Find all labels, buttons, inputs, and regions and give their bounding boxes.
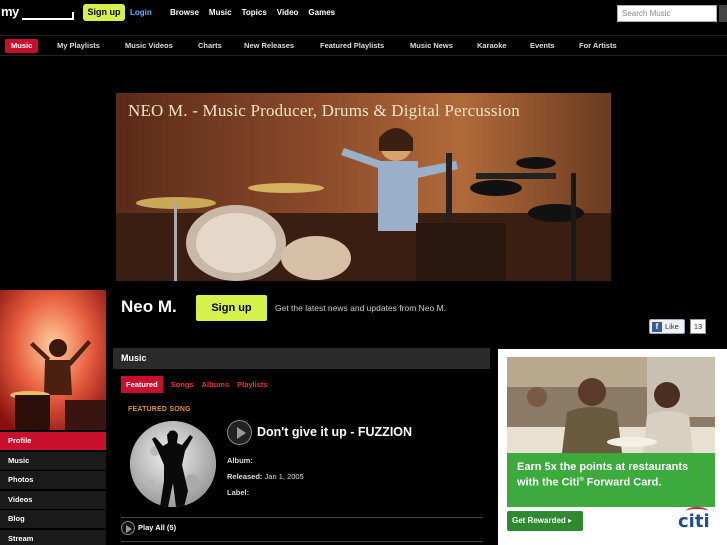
music-tabs: Featured Songs Albums Playlists <box>121 376 268 393</box>
song-artwork[interactable] <box>130 421 216 507</box>
tab-playlists[interactable]: Playlists <box>237 376 267 393</box>
banner-title: NEO M. - Music Producer, Drums & Digital… <box>128 101 520 120</box>
search-input[interactable]: Search Music <box>617 5 717 22</box>
subnav-music[interactable]: Music <box>5 39 39 53</box>
nav-music[interactable]: Music <box>209 8 232 17</box>
top-bar: my Sign up Login Browse Music Topics Vid… <box>0 0 727 28</box>
sidenav-music[interactable]: Music <box>0 451 106 470</box>
released-value: Jan 1, 2005 <box>264 472 304 481</box>
music-subnav: Music My Playlists Music Videos Charts N… <box>0 35 727 56</box>
featured-song-title[interactable]: Don't give it up - FUZZION <box>257 425 412 439</box>
nav-browse[interactable]: Browse <box>170 8 199 17</box>
subnav-music-videos[interactable]: Music Videos <box>125 39 173 53</box>
sidenav-photos[interactable]: Photos <box>0 471 106 489</box>
subnav-events[interactable]: Events <box>530 39 555 53</box>
like-count: 13 <box>690 319 706 334</box>
like-label: Like <box>665 322 679 331</box>
artist-banner: NEO M. - Music Producer, Drums & Digital… <box>116 93 611 281</box>
song-released: Released: Jan 1, 2005 <box>227 472 304 481</box>
artist-tagline: Get the latest news and updates from Neo… <box>275 303 447 313</box>
profile-photo-image <box>0 290 106 430</box>
play-song-button[interactable] <box>227 420 252 445</box>
artist-profile-photo[interactable] <box>0 290 106 430</box>
get-rewarded-button[interactable]: Get Rewarded ▸ <box>507 511 583 531</box>
subnav-new-releases[interactable]: New Releases <box>244 39 294 53</box>
album-label: Album: <box>227 456 253 465</box>
song-album: Album: <box>227 456 253 465</box>
top-nav: Browse Music Topics Video Games <box>170 8 335 17</box>
nav-topics[interactable]: Topics <box>242 8 267 17</box>
facebook-like-button[interactable]: f Like <box>649 319 685 334</box>
tab-songs[interactable]: Songs <box>171 376 194 393</box>
ad-headline-line1: Earn 5x the points at restaurants <box>517 461 689 473</box>
play-all-icon <box>126 525 132 533</box>
subnav-featured-playlists[interactable]: Featured Playlists <box>320 39 384 53</box>
play-all-button[interactable] <box>121 521 135 535</box>
ad-photo <box>507 357 715 453</box>
divider <box>121 541 483 542</box>
banner-drummer-image <box>116 93 611 281</box>
sidenav-profile[interactable]: Profile <box>0 432 106 450</box>
music-section-header: Music <box>113 348 490 369</box>
logo-underline <box>22 18 74 20</box>
citi-advertisement[interactable]: Earn 5x the points at restaurants with t… <box>498 349 727 545</box>
subnav-for-artists[interactable]: For Artists <box>579 39 617 53</box>
ad-headline-line2: with the Citi <box>517 476 580 489</box>
divider <box>121 517 483 518</box>
ad-headline-panel: Earn 5x the points at restaurants with t… <box>507 453 715 507</box>
play-all-label[interactable]: Play All (5) <box>138 523 176 532</box>
featured-song-label: FEATURED SONG <box>128 406 191 413</box>
ad-headline: Earn 5x the points at restaurants with t… <box>517 461 707 490</box>
logo-text: my <box>1 4 19 19</box>
tab-featured[interactable]: Featured <box>121 376 163 393</box>
released-label: Released: <box>227 472 263 481</box>
ad-couple-image <box>507 357 715 453</box>
tab-albums[interactable]: Albums <box>202 376 230 393</box>
label-label: Label: <box>227 488 250 497</box>
sidenav-stream[interactable]: Stream <box>0 529 106 545</box>
signup-button[interactable]: Sign up <box>83 4 125 21</box>
citi-logo: citi <box>678 511 710 532</box>
subnav-my-playlists[interactable]: My Playlists <box>57 39 100 53</box>
subnav-charts[interactable]: Charts <box>198 39 222 53</box>
subnav-karaoke[interactable]: Karaoke <box>477 39 507 53</box>
play-icon <box>237 427 246 439</box>
sidenav-blog[interactable]: Blog <box>0 510 106 528</box>
sidenav-videos[interactable]: Videos <box>0 490 106 509</box>
artist-signup-button[interactable]: Sign up <box>196 295 267 321</box>
nav-video[interactable]: Video <box>277 8 299 17</box>
ad-headline-line3: Forward Card. <box>583 476 662 489</box>
search-button[interactable] <box>719 5 727 22</box>
moon-silhouette-image <box>130 421 216 507</box>
logo-tick <box>72 12 74 20</box>
subnav-music-news[interactable]: Music News <box>410 39 453 53</box>
nav-games[interactable]: Games <box>308 8 335 17</box>
facebook-icon: f <box>652 322 662 332</box>
profile-side-nav: Profile Music Photos Videos Blog Stream <box>0 432 106 545</box>
site-logo[interactable]: my <box>0 3 76 23</box>
song-label: Label: <box>227 488 249 497</box>
artist-name: Neo M. <box>121 297 177 316</box>
login-link[interactable]: Login <box>130 8 152 17</box>
